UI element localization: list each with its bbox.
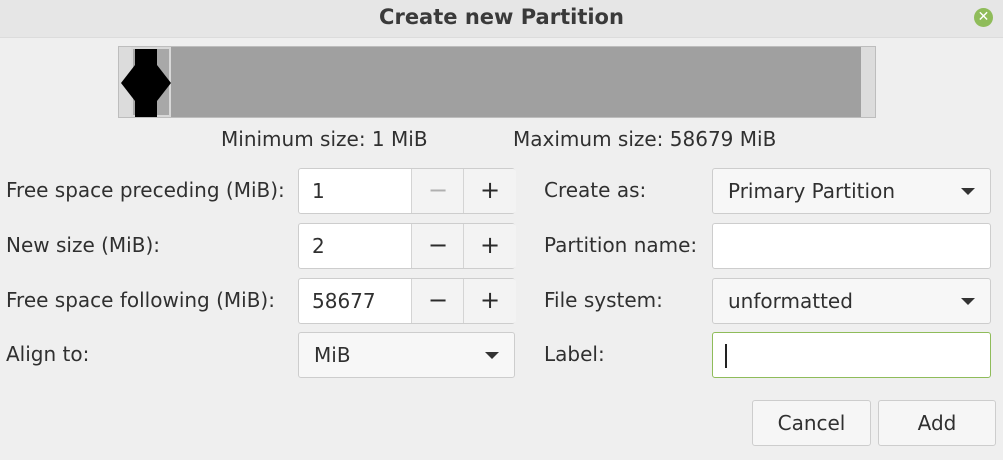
align-to-label: Align to: <box>6 342 90 366</box>
minimum-size-label: Minimum size: 1 MiB <box>221 127 428 151</box>
title-bar: Create new Partition ✕ <box>0 0 1003 38</box>
maximum-size-label: Maximum size: 58679 MiB <box>513 127 777 151</box>
chevron-down-icon <box>961 188 975 195</box>
text-cursor <box>725 344 727 368</box>
close-icon[interactable]: ✕ <box>974 8 993 27</box>
file-system-value: unformatted <box>728 289 853 313</box>
partition-name-label: Partition name: <box>544 233 698 257</box>
free-preceding-spinner[interactable]: 1 − + <box>298 168 516 214</box>
plus-icon[interactable]: + <box>463 224 516 268</box>
create-as-dropdown[interactable]: Primary Partition <box>712 168 991 214</box>
window-title: Create new Partition <box>379 5 624 29</box>
create-as-label: Create as: <box>544 178 647 202</box>
free-following-value[interactable]: 58677 <box>312 289 376 313</box>
new-size-spinner[interactable]: 2 − + <box>298 223 516 269</box>
add-button[interactable]: Add <box>878 400 996 446</box>
minus-icon[interactable]: − <box>411 169 464 213</box>
cancel-button[interactable]: Cancel <box>752 400 871 446</box>
create-as-value: Primary Partition <box>728 179 895 203</box>
file-system-dropdown[interactable]: unformatted <box>712 278 991 324</box>
resize-handle-icon[interactable] <box>119 47 173 119</box>
plus-icon[interactable]: + <box>463 169 516 213</box>
free-following-label: Free space following (MiB): <box>6 288 275 312</box>
align-to-dropdown[interactable]: MiB <box>298 332 515 378</box>
free-preceding-value[interactable]: 1 <box>312 179 325 203</box>
minus-icon[interactable]: − <box>411 279 464 323</box>
partition-size-bar[interactable] <box>118 46 876 118</box>
chevron-down-icon <box>961 298 975 305</box>
new-size-value[interactable]: 2 <box>312 234 325 258</box>
new-size-label: New size (MiB): <box>6 233 160 257</box>
chevron-down-icon <box>485 352 499 359</box>
free-following-spinner[interactable]: 58677 − + <box>298 278 516 324</box>
minus-icon[interactable]: − <box>411 224 464 268</box>
plus-icon[interactable]: + <box>463 279 516 323</box>
free-space-area <box>134 47 861 117</box>
free-preceding-label: Free space preceding (MiB): <box>6 178 285 202</box>
align-to-value: MiB <box>314 343 351 367</box>
label-field-label: Label: <box>544 342 605 366</box>
label-input[interactable] <box>712 332 991 378</box>
partition-name-input[interactable] <box>712 223 991 269</box>
file-system-label: File system: <box>544 288 663 312</box>
